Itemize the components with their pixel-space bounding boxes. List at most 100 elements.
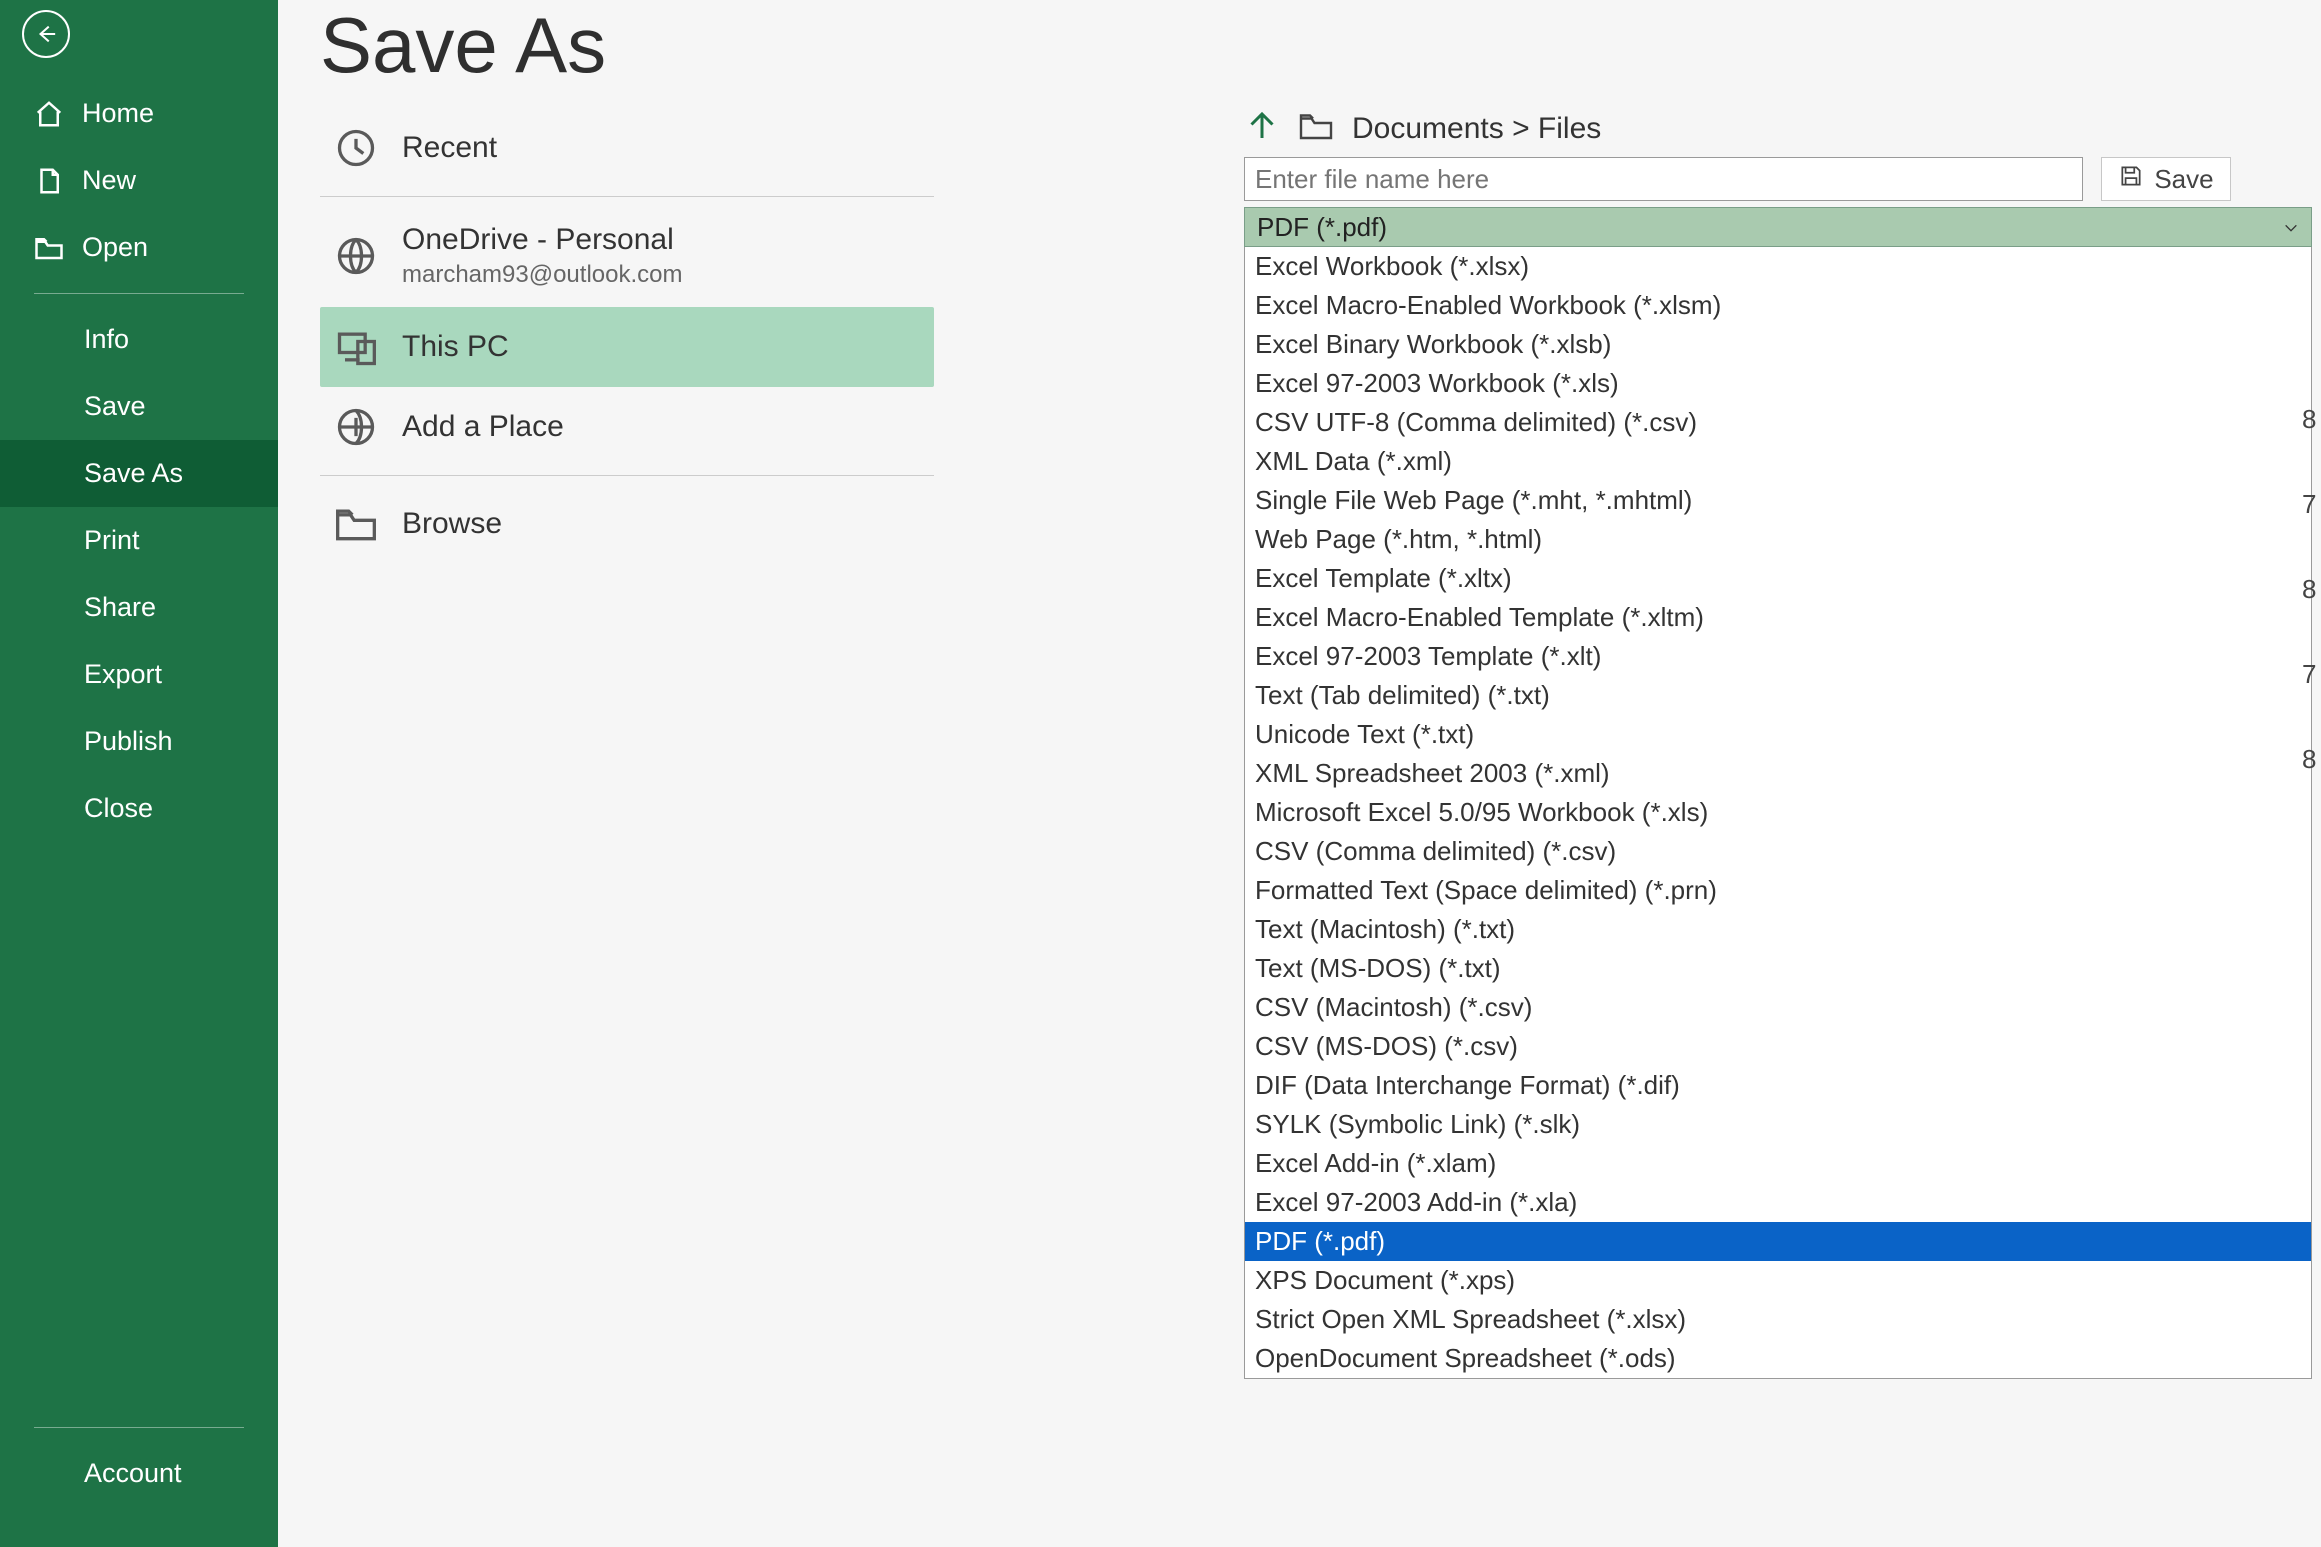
backstage-sidebar: Home New Open Info Save Save As Print Share E…	[0, 0, 278, 1547]
format-option[interactable]: Web Page (*.htm, *.html)	[1245, 520, 2311, 559]
format-option[interactable]: Excel Macro-Enabled Workbook (*.xlsm)	[1245, 286, 2311, 325]
file-date-fragment: 8 9:41 PM	[2302, 744, 2321, 775]
format-option[interactable]: CSV UTF-8 (Comma delimited) (*.csv)	[1245, 403, 2311, 442]
open-icon	[34, 233, 64, 263]
location-title: OneDrive - Personal	[402, 223, 682, 257]
format-option[interactable]: Excel Template (*.xltx)	[1245, 559, 2311, 598]
sidebar-item-share[interactable]: Share	[0, 574, 278, 641]
save-button[interactable]: Save	[2101, 157, 2231, 201]
location-addplace[interactable]: Add a Place	[320, 387, 934, 467]
sidebar-item-label: Share	[84, 592, 156, 623]
filename-input[interactable]	[1244, 157, 2083, 201]
sidebar-item-label: Print	[84, 525, 140, 556]
save-icon	[2118, 163, 2144, 196]
location-title: This PC	[402, 330, 509, 364]
format-option[interactable]: Excel 97-2003 Workbook (*.xls)	[1245, 364, 2311, 403]
location-sub: marcham93@outlook.com	[402, 261, 682, 289]
sidebar-item-label: Save	[84, 391, 146, 422]
location-separator	[320, 196, 934, 197]
format-option[interactable]: CSV (MS-DOS) (*.csv)	[1245, 1027, 2311, 1066]
location-title: Recent	[402, 131, 497, 165]
format-option[interactable]: XPS Document (*.xps)	[1245, 1261, 2311, 1300]
home-icon	[34, 99, 64, 129]
main-area: Save As Recent OneDrive - Personal marcha…	[278, 0, 2321, 1547]
format-option[interactable]: Excel 97-2003 Template (*.xlt)	[1245, 637, 2311, 676]
format-option[interactable]: Microsoft Excel 5.0/95 Workbook (*.xls)	[1245, 793, 2311, 832]
sidebar-item-label: Info	[84, 324, 129, 355]
format-option[interactable]: Excel Add-in (*.xlam)	[1245, 1144, 2311, 1183]
location-title: Browse	[402, 507, 502, 541]
sidebar-item-label: Account	[84, 1458, 182, 1489]
format-option[interactable]: OpenDocument Spreadsheet (*.ods)	[1245, 1339, 2311, 1378]
folder-icon	[1298, 108, 1334, 149]
save-button-label: Save	[2154, 164, 2213, 195]
file-date-fragment: 7 2:21 AM	[2302, 659, 2321, 690]
format-option[interactable]: Text (MS-DOS) (*.txt)	[1245, 949, 2311, 988]
location-title: Add a Place	[402, 410, 564, 444]
format-option[interactable]: Unicode Text (*.txt)	[1245, 715, 2311, 754]
sidebar-separator	[34, 293, 244, 294]
sidebar-item-label: Home	[82, 98, 154, 129]
format-option[interactable]: Strict Open XML Spreadsheet (*.xlsx)	[1245, 1300, 2311, 1339]
new-icon	[34, 166, 64, 196]
sidebar-item-label: Close	[84, 793, 153, 824]
location-recent[interactable]: Recent	[320, 108, 934, 188]
location-onedrive[interactable]: OneDrive - Personal marcham93@outlook.com	[320, 205, 934, 307]
format-option[interactable]: Formatted Text (Space delimited) (*.prn)	[1245, 871, 2311, 910]
format-option[interactable]: Text (Tab delimited) (*.txt)	[1245, 676, 2311, 715]
sidebar-item-save-as[interactable]: Save As	[0, 440, 278, 507]
sidebar-item-new[interactable]: New	[0, 147, 278, 214]
format-dropdown: Excel Workbook (*.xlsx)Excel Macro-Enabl…	[1244, 247, 2312, 1379]
breadcrumb[interactable]: Documents > Files	[1352, 112, 1601, 146]
sidebar-item-label: Export	[84, 659, 162, 690]
format-selected-value: PDF (*.pdf)	[1257, 212, 1387, 243]
file-list-peek: 8 9:35 PM 7 2:21 AM 8 9:34 PM 7 2:21 AM 8 9:…	[2302, 404, 2321, 775]
sidebar-item-label: New	[82, 165, 136, 196]
format-option[interactable]: Excel Macro-Enabled Template (*.xltm)	[1245, 598, 2311, 637]
sidebar-item-print[interactable]: Print	[0, 507, 278, 574]
format-option[interactable]: XML Spreadsheet 2003 (*.xml)	[1245, 754, 2311, 793]
folder-icon	[334, 502, 378, 546]
sidebar-item-account[interactable]: Account	[0, 1440, 278, 1507]
format-option[interactable]: Excel Binary Workbook (*.xlsb)	[1245, 325, 2311, 364]
sidebar-item-label: Publish	[84, 726, 173, 757]
location-thispc[interactable]: This PC	[320, 307, 934, 387]
sidebar-item-home[interactable]: Home	[0, 80, 278, 147]
file-date-fragment: 8 9:34 PM	[2302, 574, 2321, 605]
format-option[interactable]: DIF (Data Interchange Format) (*.dif)	[1245, 1066, 2311, 1105]
sidebar-item-open[interactable]: Open	[0, 214, 278, 281]
format-option[interactable]: Excel 97-2003 Add-in (*.xla)	[1245, 1183, 2311, 1222]
sidebar-item-label: Save As	[84, 458, 183, 489]
locations-column: Recent OneDrive - Personal marcham93@outl…	[320, 108, 934, 564]
globe-icon	[334, 234, 378, 278]
sidebar-separator	[34, 1427, 244, 1428]
format-option[interactable]: CSV (Macintosh) (*.csv)	[1245, 988, 2311, 1027]
chevron-down-icon	[2283, 212, 2299, 243]
back-button[interactable]	[22, 10, 70, 58]
save-pane: Documents > Files Save PDF (*.pdf) Excel…	[1244, 108, 2231, 1379]
format-option[interactable]: XML Data (*.xml)	[1245, 442, 2311, 481]
file-date-fragment: 8 9:35 PM	[2302, 404, 2321, 435]
page-title: Save As	[278, 0, 2321, 111]
format-option[interactable]: PDF (*.pdf)	[1245, 1222, 2311, 1261]
clock-icon	[334, 126, 378, 170]
sidebar-item-info[interactable]: Info	[0, 306, 278, 373]
location-separator	[320, 475, 934, 476]
format-select[interactable]: PDF (*.pdf)	[1244, 207, 2312, 247]
sidebar-item-label: Open	[82, 232, 148, 263]
breadcrumb-row: Documents > Files	[1244, 108, 2231, 149]
file-date-fragment: 7 2:21 AM	[2302, 489, 2321, 520]
format-option[interactable]: Single File Web Page (*.mht, *.mhtml)	[1245, 481, 2311, 520]
sidebar-item-close[interactable]: Close	[0, 775, 278, 842]
pc-icon	[334, 325, 378, 369]
sidebar-item-publish[interactable]: Publish	[0, 708, 278, 775]
format-option[interactable]: SYLK (Symbolic Link) (*.slk)	[1245, 1105, 2311, 1144]
addplace-icon	[334, 405, 378, 449]
format-option[interactable]: CSV (Comma delimited) (*.csv)	[1245, 832, 2311, 871]
format-option[interactable]: Excel Workbook (*.xlsx)	[1245, 247, 2311, 286]
format-option[interactable]: Text (Macintosh) (*.txt)	[1245, 910, 2311, 949]
sidebar-item-save[interactable]: Save	[0, 373, 278, 440]
sidebar-item-export[interactable]: Export	[0, 641, 278, 708]
up-folder-button[interactable]	[1244, 108, 1280, 149]
location-browse[interactable]: Browse	[320, 484, 934, 564]
